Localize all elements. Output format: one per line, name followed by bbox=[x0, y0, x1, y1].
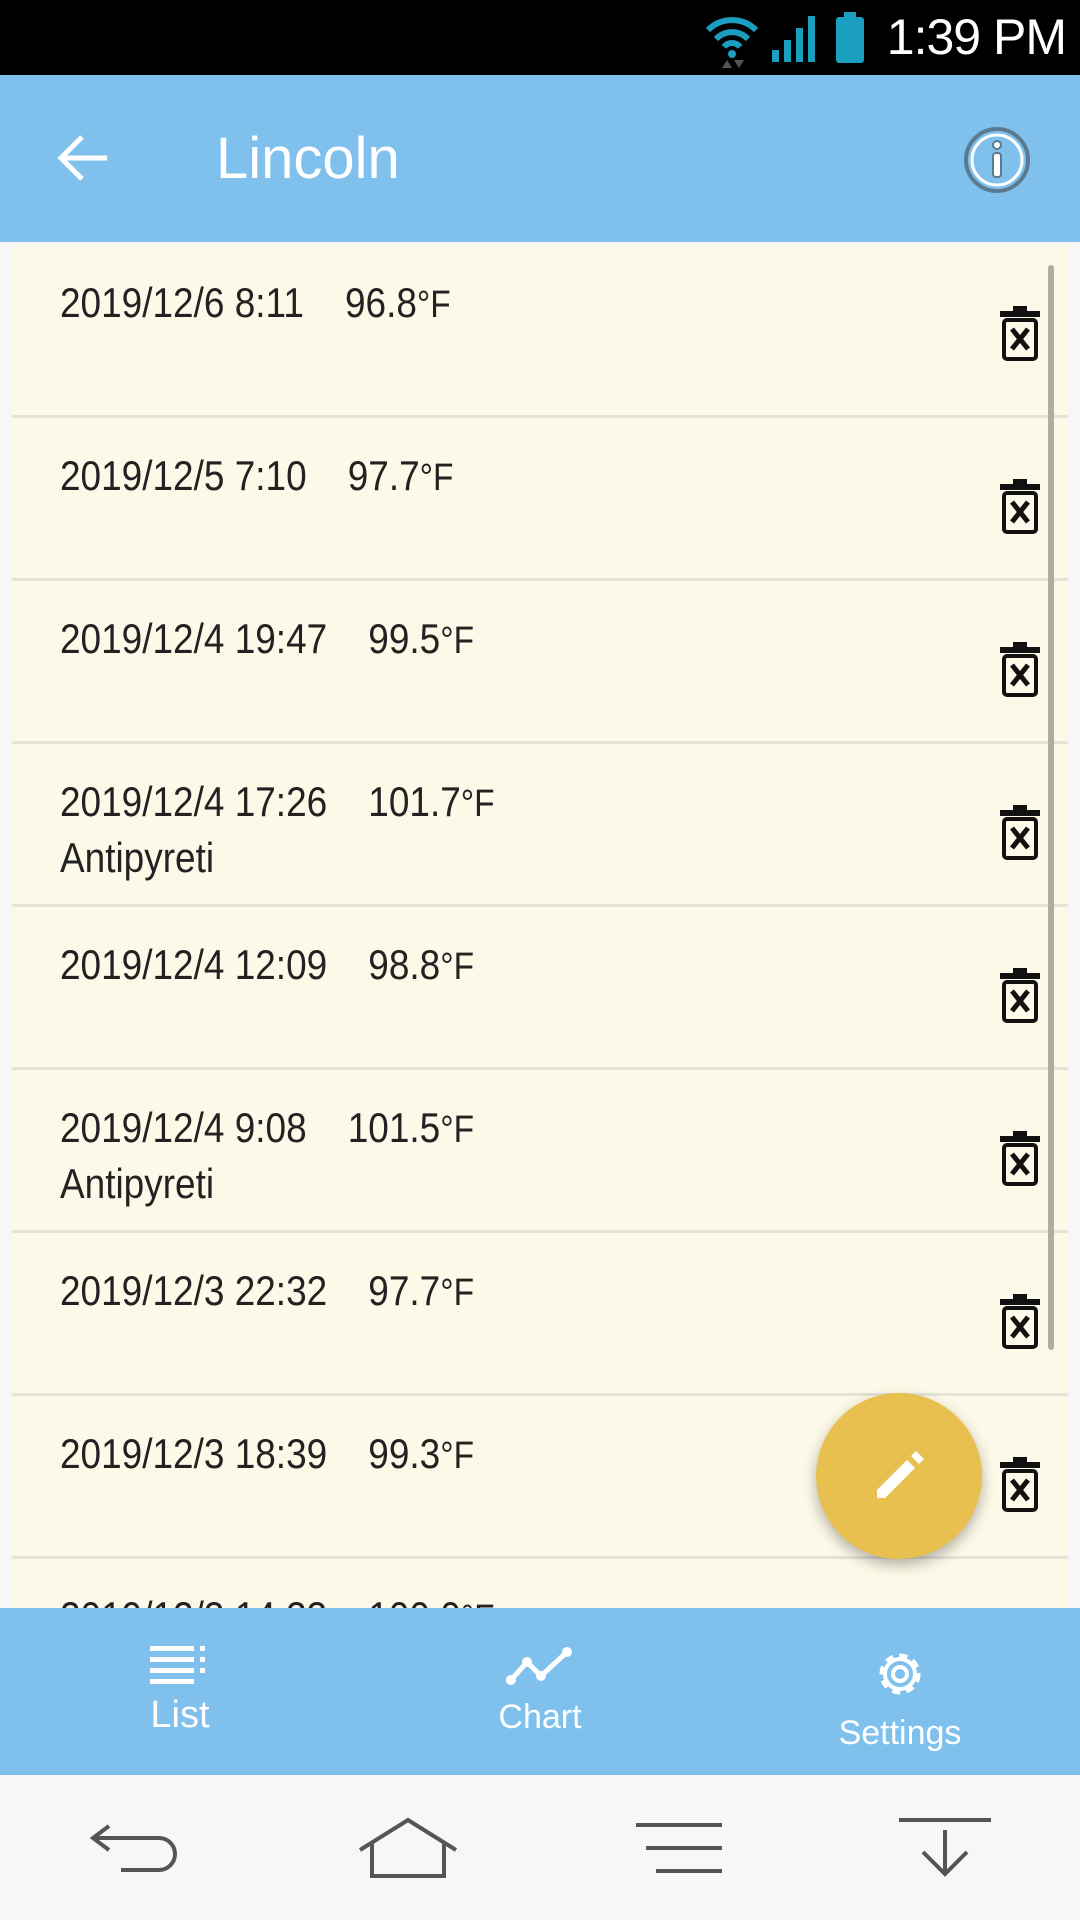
delete-icon[interactable] bbox=[1000, 1130, 1040, 1186]
list-item[interactable]: 2019/12/4 9:08 101.5°F Antipyreti bbox=[12, 1070, 1068, 1233]
status-time: 1:39 PM bbox=[886, 9, 1067, 65]
delete-icon[interactable] bbox=[1000, 1456, 1040, 1512]
pencil-icon bbox=[877, 1451, 924, 1498]
record-unit: °F bbox=[419, 457, 454, 499]
record-datetime: 2019/12/6 8:11 bbox=[60, 279, 304, 326]
tab-settings[interactable]: Settings bbox=[720, 1608, 1080, 1775]
record-text: 2019/12/4 19:47 99.5°F bbox=[60, 615, 474, 663]
system-menu-icon[interactable] bbox=[634, 1821, 724, 1875]
info-icon[interactable] bbox=[962, 125, 1032, 195]
record-note: Antipyreti bbox=[60, 834, 215, 881]
delete-icon[interactable] bbox=[1000, 967, 1040, 1023]
list-item[interactable]: 2019/12/5 7:10 97.7°F bbox=[12, 418, 1068, 581]
app-header: Lincoln bbox=[0, 75, 1080, 242]
record-datetime: 2019/12/3 18:39 bbox=[60, 1430, 328, 1477]
record-unit: °F bbox=[440, 1435, 475, 1477]
list-item[interactable]: 2019/12/6 8:11 96.8°F bbox=[12, 245, 1068, 418]
battery-icon bbox=[836, 12, 864, 63]
record-temp: 98.8 bbox=[368, 941, 441, 988]
record-text: 2019/12/4 17:26 101.7°F bbox=[60, 778, 495, 826]
system-home-icon[interactable] bbox=[356, 1816, 460, 1880]
list-item[interactable]: 2019/12/4 19:47 99.5°F bbox=[12, 581, 1068, 744]
signal-icon bbox=[772, 16, 815, 62]
scrollbar[interactable] bbox=[1048, 265, 1054, 1350]
record-unit: °F bbox=[440, 946, 475, 988]
delete-icon[interactable] bbox=[1000, 1293, 1040, 1349]
record-unit: °F bbox=[440, 1272, 475, 1314]
record-text: 2019/12/4 12:09 98.8°F bbox=[60, 941, 474, 989]
page-title: Lincoln bbox=[216, 126, 400, 191]
record-unit: °F bbox=[461, 1598, 495, 1608]
record-temp: 97.7 bbox=[368, 1267, 441, 1314]
record-temp: 96.8 bbox=[344, 279, 417, 326]
delete-icon[interactable] bbox=[1000, 305, 1040, 361]
gear-icon bbox=[879, 1653, 921, 1695]
status-bar: 1:39 PM bbox=[0, 0, 1080, 75]
list-item[interactable]: 2019/12/4 17:26 101.7°F Antipyreti bbox=[12, 744, 1068, 907]
record-datetime: 2019/12/4 17:26 bbox=[60, 778, 328, 825]
wifi-icon bbox=[705, 17, 759, 68]
chart-icon bbox=[506, 1647, 572, 1685]
tab-label: Chart bbox=[498, 1698, 582, 1736]
record-temp: 101.5 bbox=[347, 1104, 441, 1151]
list-item[interactable]: 2019/12/4 12:09 98.8°F bbox=[12, 907, 1068, 1070]
record-text: 2019/12/3 22:32 97.7°F bbox=[60, 1267, 474, 1315]
record-temp: 99.3 bbox=[368, 1430, 441, 1477]
record-text: 2019/12/4 9:08 101.5°F bbox=[60, 1104, 474, 1152]
list-icon bbox=[150, 1646, 205, 1684]
tab-label: List bbox=[150, 1694, 210, 1736]
record-datetime: 2019/12/3 14:33 bbox=[60, 1593, 327, 1608]
record-datetime: 2019/12/4 19:47 bbox=[60, 615, 328, 662]
record-unit: °F bbox=[440, 620, 475, 662]
record-text: 2019/12/5 7:10 97.7°F bbox=[60, 452, 453, 500]
system-nav-bar bbox=[0, 1775, 1080, 1920]
record-datetime: 2019/12/5 7:10 bbox=[60, 452, 307, 499]
bottom-nav: List Chart Settings bbox=[0, 1608, 1080, 1775]
record-datetime: 2019/12/3 22:32 bbox=[60, 1267, 328, 1314]
tab-list[interactable]: List bbox=[0, 1608, 360, 1775]
list-item[interactable]: 2019/12/3 22:32 97.7°F bbox=[12, 1233, 1068, 1396]
record-text: 2019/12/6 8:11 96.8°F bbox=[60, 279, 451, 327]
record-text: 2019/12/3 14:33 100.0°F bbox=[60, 1593, 495, 1608]
system-back-icon[interactable] bbox=[87, 1816, 183, 1880]
delete-icon[interactable] bbox=[1000, 804, 1040, 860]
record-temp: 97.7 bbox=[347, 452, 420, 499]
tab-label: Settings bbox=[838, 1714, 962, 1752]
record-unit: °F bbox=[460, 783, 495, 825]
tab-chart[interactable]: Chart bbox=[360, 1608, 720, 1775]
record-datetime: 2019/12/4 9:08 bbox=[60, 1104, 307, 1151]
record-unit: °F bbox=[416, 284, 451, 326]
record-temp: 100.0 bbox=[368, 1593, 460, 1608]
list-item[interactable]: 2019/12/3 14:33 100.0°F bbox=[12, 1559, 1068, 1608]
system-notification-icon[interactable] bbox=[897, 1816, 993, 1880]
record-datetime: 2019/12/4 12:09 bbox=[60, 941, 328, 988]
record-text: 2019/12/3 18:39 99.3°F bbox=[60, 1430, 474, 1478]
record-temp: 99.5 bbox=[368, 615, 441, 662]
record-unit: °F bbox=[440, 1109, 475, 1151]
delete-icon[interactable] bbox=[1000, 641, 1040, 697]
delete-icon[interactable] bbox=[1000, 478, 1040, 534]
back-arrow-icon[interactable] bbox=[56, 133, 110, 183]
record-temp: 101.7 bbox=[368, 778, 461, 825]
add-record-button[interactable] bbox=[816, 1393, 982, 1559]
record-note: Antipyreti bbox=[60, 1160, 215, 1207]
